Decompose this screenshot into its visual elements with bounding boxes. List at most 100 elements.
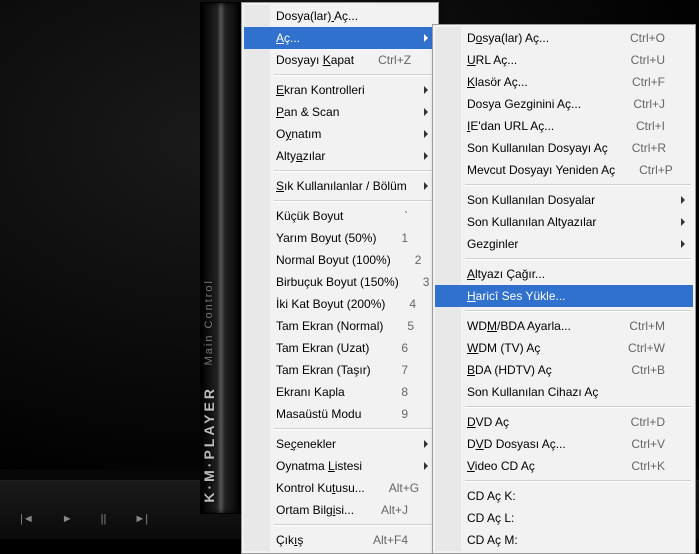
main-menu-item-4[interactable]: Ekran Kontrolleri — [244, 79, 436, 101]
open-menu-item-2[interactable]: Klasör Aç...Ctrl+F — [435, 71, 693, 93]
main-menu-item-12[interactable]: Yarım Boyut (50%)1 — [244, 227, 436, 249]
main-menu-item-9[interactable]: Sık Kullanılanlar / Bölüm — [244, 175, 436, 197]
open-menu-item-8[interactable]: Son Kullanılan Dosyalar — [435, 189, 693, 211]
open-menu-item-1[interactable]: URL Aç... Ctrl+U — [435, 49, 693, 71]
main-menu-item-18[interactable]: Tam Ekran (Taşır)7 — [244, 359, 436, 381]
menu-item-label: Oynatma Listesi — [276, 459, 408, 473]
open-menu-item-26[interactable]: CD Aç M: — [435, 529, 693, 551]
menu-separator — [465, 480, 691, 482]
main-menu-item-20[interactable]: Masaüstü Modu9 — [244, 403, 436, 425]
menu-item-label: CD Aç K: — [467, 489, 665, 503]
menu-item-shortcut: 7 — [401, 363, 408, 377]
open-menu-item-10[interactable]: Gezginler — [435, 233, 693, 255]
menu-item-label: Dosya(lar) Aç... — [276, 9, 408, 23]
main-menu-item-24[interactable]: Kontrol Kutusu...Alt+G — [244, 477, 436, 499]
menu-item-shortcut: 5 — [407, 319, 414, 333]
menu-separator — [465, 258, 691, 260]
menu-item-shortcut: 6 — [401, 341, 408, 355]
open-menu-item-12[interactable]: Altyazı Çağır... — [435, 263, 693, 285]
context-menu-open[interactable]: Dosya(lar) Aç...Ctrl+O URL Aç... Ctrl+U Kla… — [432, 24, 696, 554]
open-menu-item-9[interactable]: Son Kullanılan Altyazılar — [435, 211, 693, 233]
brand-strip: K·M·PLAYER Main Control — [200, 2, 242, 514]
open-menu-item-6[interactable]: Mevcut Dosyayı Yeniden Aç Ctrl+P — [435, 159, 693, 181]
main-menu-item-2[interactable]: Dosyayı KapatCtrl+Z — [244, 49, 436, 71]
menu-item-label: IE'dan URL Aç... — [467, 119, 612, 133]
menu-item-label: Altyazı Çağır... — [467, 267, 665, 281]
open-menu-item-24[interactable]: CD Aç K: — [435, 485, 693, 507]
submenu-arrow-icon — [424, 462, 428, 470]
menu-item-label: Son Kullanılan Dosyalar — [467, 193, 665, 207]
play-button[interactable]: ► — [62, 513, 73, 525]
menu-item-label: DVD Dosyası Aç... — [467, 437, 607, 451]
transport-controls: |◄ ► || ►| — [20, 513, 148, 525]
menu-separator — [274, 524, 434, 526]
main-menu-item-25[interactable]: Ortam Bilgisi... Alt+J — [244, 499, 436, 521]
menu-item-label: URL Aç... — [467, 53, 607, 67]
brand-subtitle: Main Control — [203, 279, 215, 365]
open-menu-item-21[interactable]: DVD Dosyası Aç... Ctrl+V — [435, 433, 693, 455]
menu-item-label: Haricî Ses Yükle... — [467, 289, 665, 303]
menu-item-label: Tam Ekran (Uzat) — [276, 341, 377, 355]
menu-item-label: Altyazılar — [276, 149, 408, 163]
main-menu-item-16[interactable]: Tam Ekran (Normal)5 — [244, 315, 436, 337]
main-menu-item-1[interactable]: Aç... — [244, 27, 436, 49]
menu-item-shortcut: 1 — [401, 231, 408, 245]
menu-item-shortcut: ` — [404, 209, 408, 223]
open-menu-item-5[interactable]: Son Kullanılan Dosyayı AçCtrl+R — [435, 137, 693, 159]
open-menu-item-18[interactable]: Son Kullanılan Cihazı Aç — [435, 381, 693, 403]
open-menu-item-15[interactable]: WDM/BDA Ayarla...Ctrl+M — [435, 315, 693, 337]
prev-button[interactable]: |◄ — [20, 513, 34, 525]
main-menu-item-17[interactable]: Tam Ekran (Uzat) 6 — [244, 337, 436, 359]
menu-item-shortcut: Ctrl+K — [631, 459, 665, 473]
menu-item-shortcut: Ctrl+R — [632, 141, 666, 155]
next-button[interactable]: ►| — [134, 513, 148, 525]
open-menu-item-13[interactable]: Haricî Ses Yükle... — [435, 285, 693, 307]
menu-item-shortcut: Ctrl+U — [631, 53, 665, 67]
pause-button[interactable]: || — [101, 513, 107, 525]
main-menu-item-5[interactable]: Pan & Scan — [244, 101, 436, 123]
menu-item-shortcut: Ctrl+P — [639, 163, 673, 177]
open-menu-item-22[interactable]: Video CD Aç Ctrl+K — [435, 455, 693, 477]
menu-item-label: Ekranı Kapla — [276, 385, 377, 399]
main-menu-item-13[interactable]: Normal Boyut (100%)2 — [244, 249, 436, 271]
submenu-arrow-icon — [681, 240, 685, 248]
open-menu-item-20[interactable]: DVD AçCtrl+D — [435, 411, 693, 433]
menu-item-label: Dosya(lar) Aç... — [467, 31, 606, 45]
menu-item-label: Ortam Bilgisi... — [276, 503, 357, 517]
menu-item-label: Son Kullanılan Cihazı Aç — [467, 385, 665, 399]
main-menu-item-23[interactable]: Oynatma Listesi — [244, 455, 436, 477]
menu-item-label: Video CD Aç — [467, 459, 607, 473]
menu-item-shortcut: Ctrl+V — [631, 437, 665, 451]
menu-item-shortcut: Alt+J — [381, 503, 408, 517]
menu-item-label: Son Kullanılan Altyazılar — [467, 215, 665, 229]
menu-item-shortcut: Ctrl+W — [628, 341, 665, 355]
submenu-arrow-icon — [424, 34, 428, 42]
main-menu-item-6[interactable]: Oynatım — [244, 123, 436, 145]
main-menu-item-19[interactable]: Ekranı Kapla8 — [244, 381, 436, 403]
open-menu-item-25[interactable]: CD Aç L: — [435, 507, 693, 529]
menu-separator — [465, 310, 691, 312]
main-menu-item-11[interactable]: Küçük Boyut` — [244, 205, 436, 227]
menu-item-shortcut: Ctrl+J — [633, 97, 665, 111]
menu-separator — [465, 406, 691, 408]
menu-separator — [274, 170, 434, 172]
main-menu-item-15[interactable]: İki Kat Boyut (200%)4 — [244, 293, 436, 315]
menu-separator — [465, 184, 691, 186]
main-menu-item-0[interactable]: Dosya(lar) Aç... — [244, 5, 436, 27]
menu-item-label: Mevcut Dosyayı Yeniden Aç — [467, 163, 615, 177]
open-menu-item-4[interactable]: IE'dan URL Aç...Ctrl+I — [435, 115, 693, 137]
open-menu-item-17[interactable]: BDA (HDTV) AçCtrl+B — [435, 359, 693, 381]
open-menu-item-0[interactable]: Dosya(lar) Aç...Ctrl+O — [435, 27, 693, 49]
context-menu-main[interactable]: Dosya(lar) Aç... Aç...Dosyayı KapatCtrl+Z… — [241, 2, 439, 554]
main-menu-item-14[interactable]: Birbuçuk Boyut (150%)3 — [244, 271, 436, 293]
menu-item-label: WDM (TV) Aç — [467, 341, 604, 355]
menu-item-label: BDA (HDTV) Aç — [467, 363, 607, 377]
open-menu-item-16[interactable]: WDM (TV) Aç Ctrl+W — [435, 337, 693, 359]
main-menu-item-27[interactable]: ÇıkışAlt+F4 — [244, 529, 436, 551]
menu-item-label: CD Aç M: — [467, 533, 665, 547]
main-menu-item-22[interactable]: Seçenekler — [244, 433, 436, 455]
menu-separator — [274, 200, 434, 202]
main-menu-item-7[interactable]: Altyazılar — [244, 145, 436, 167]
menu-item-shortcut: 2 — [415, 253, 422, 267]
open-menu-item-3[interactable]: Dosya Gezginini Aç...Ctrl+J — [435, 93, 693, 115]
